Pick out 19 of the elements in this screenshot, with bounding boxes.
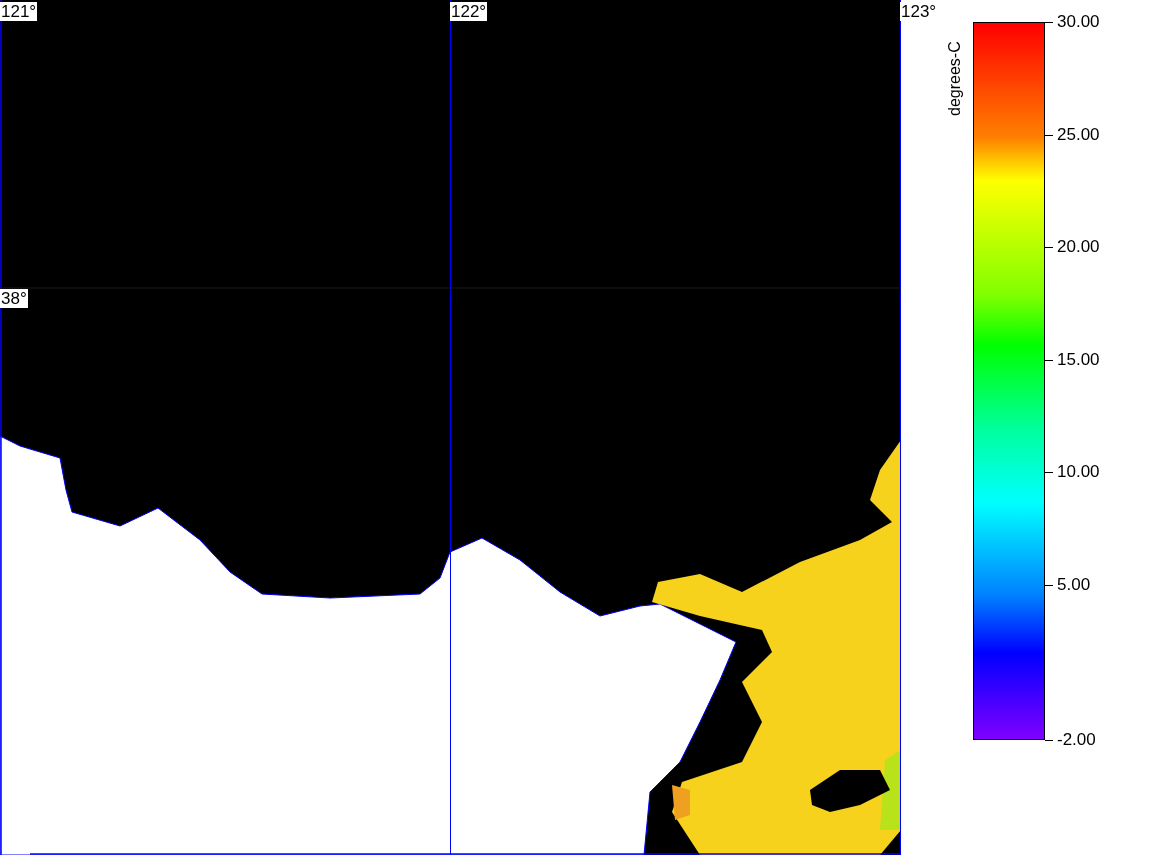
- latitude-label: 38°: [0, 289, 28, 308]
- tick-label: 10.00: [1057, 462, 1100, 482]
- tick-mark: [1045, 134, 1053, 136]
- tick-label: 20.00: [1057, 237, 1100, 257]
- longitude-label: 121°: [0, 2, 38, 21]
- tick-mark: [1045, 247, 1053, 248]
- colorbar-title: degrees-C: [945, 41, 964, 116]
- tick-mark: [1045, 740, 1053, 741]
- tick-label: 30.00: [1057, 12, 1100, 32]
- tick-label: 15.00: [1057, 349, 1100, 370]
- tick-mark: [1045, 584, 1053, 586]
- longitude-label: 122°: [450, 2, 488, 21]
- tick-mark: [1045, 359, 1053, 361]
- longitude-label: 123°: [900, 2, 938, 21]
- tick-label: 5.00: [1057, 574, 1091, 595]
- tick-mark: [1045, 22, 1053, 23]
- tick-label: 25.00: [1057, 124, 1100, 145]
- tick-label: -2.00: [1057, 730, 1096, 750]
- tick-mark: [1045, 472, 1053, 473]
